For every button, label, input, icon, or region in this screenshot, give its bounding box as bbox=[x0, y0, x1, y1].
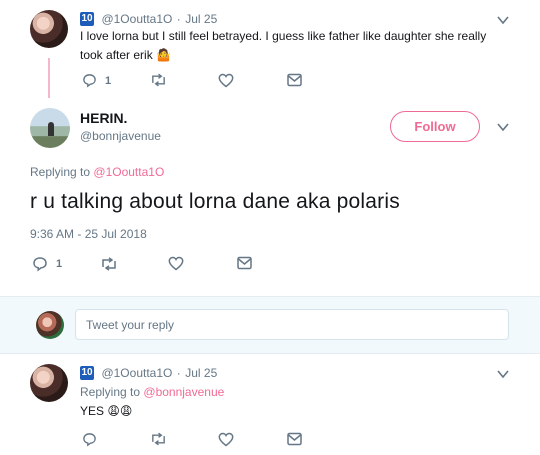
tweet-body: I love lorna but I still feel betrayed. … bbox=[80, 29, 487, 62]
chevron-down-icon[interactable] bbox=[496, 367, 510, 381]
display-name[interactable]: HERIN. bbox=[80, 110, 127, 126]
tweet-text: r u talking about lorna dane aka polaris bbox=[30, 190, 400, 213]
dm-action[interactable] bbox=[287, 432, 302, 446]
like-icon bbox=[218, 73, 234, 88]
replying-prefix: Replying to bbox=[30, 165, 91, 179]
display-name-badge[interactable]: 10 bbox=[80, 11, 94, 26]
user-handle[interactable]: @1Ooutta1O bbox=[101, 12, 172, 26]
tweet-header: 10 @1Ooutta1O · Jul 25 bbox=[80, 10, 217, 28]
shrug-emoji: 🤷 bbox=[156, 48, 171, 62]
replying-to: Replying to @bonnjavenue bbox=[80, 385, 224, 399]
dm-action[interactable] bbox=[287, 73, 302, 87]
like-icon bbox=[218, 432, 234, 447]
replying-to: Replying to @1Ooutta1O bbox=[30, 165, 164, 179]
tweet-body: YES bbox=[80, 404, 105, 418]
tweet-header: 10 @1Ooutta1O · Jul 25 bbox=[80, 364, 217, 382]
retweet-icon bbox=[102, 257, 116, 271]
like-icon bbox=[168, 256, 184, 271]
replying-prefix: Replying to bbox=[80, 385, 141, 399]
retweet-icon bbox=[152, 432, 165, 446]
follow-button[interactable]: Follow bbox=[390, 111, 480, 142]
user-handle[interactable]: @bonnjavenue bbox=[80, 129, 161, 143]
dm-action[interactable] bbox=[237, 256, 252, 270]
thread-connector bbox=[48, 58, 50, 98]
like-action[interactable] bbox=[218, 73, 234, 88]
retweet-icon bbox=[152, 73, 165, 87]
dm-icon bbox=[287, 73, 302, 87]
reply-icon bbox=[33, 257, 47, 272]
reply-action[interactable] bbox=[82, 432, 97, 447]
retweet-action[interactable] bbox=[150, 73, 167, 87]
retweet-action[interactable] bbox=[100, 257, 118, 271]
display-name-badge[interactable]: 10 bbox=[80, 365, 94, 380]
separator: · bbox=[176, 366, 181, 380]
reply-action[interactable]: 1 bbox=[82, 73, 111, 88]
weary-emoji: 😩😩 bbox=[107, 404, 133, 418]
dm-icon bbox=[237, 256, 252, 270]
reply-input[interactable]: Tweet your reply bbox=[75, 309, 509, 340]
avatar[interactable] bbox=[30, 364, 68, 402]
user-handle[interactable]: @1Ooutta1O bbox=[101, 366, 172, 380]
tweet-timestamp[interactable]: 9:36 AM - 25 Jul 2018 bbox=[30, 227, 147, 241]
dm-icon bbox=[287, 432, 302, 446]
reply-count: 1 bbox=[56, 258, 63, 270]
chevron-down-icon[interactable] bbox=[496, 13, 510, 27]
separator: · bbox=[176, 12, 181, 26]
reply-icon bbox=[83, 74, 96, 88]
reply-action[interactable]: 1 bbox=[32, 256, 62, 272]
tweet-text: YES 😩😩 bbox=[80, 402, 132, 421]
reply-icon bbox=[83, 433, 96, 447]
avatar[interactable] bbox=[30, 10, 68, 48]
avatar[interactable] bbox=[30, 108, 70, 148]
retweet-action[interactable] bbox=[150, 432, 167, 446]
like-action[interactable] bbox=[218, 432, 234, 447]
tweet-text: I love lorna but I still feel betrayed. … bbox=[80, 27, 500, 65]
replying-to-link[interactable]: @bonnjavenue bbox=[143, 385, 224, 399]
like-action[interactable] bbox=[168, 256, 184, 271]
tweet-date[interactable]: Jul 25 bbox=[185, 366, 217, 380]
tweet-date[interactable]: Jul 25 bbox=[185, 12, 217, 26]
replying-to-link[interactable]: @1Ooutta1O bbox=[93, 165, 164, 179]
chevron-down-icon[interactable] bbox=[496, 120, 510, 134]
avatar bbox=[36, 311, 64, 339]
reply-count: 1 bbox=[105, 74, 112, 87]
